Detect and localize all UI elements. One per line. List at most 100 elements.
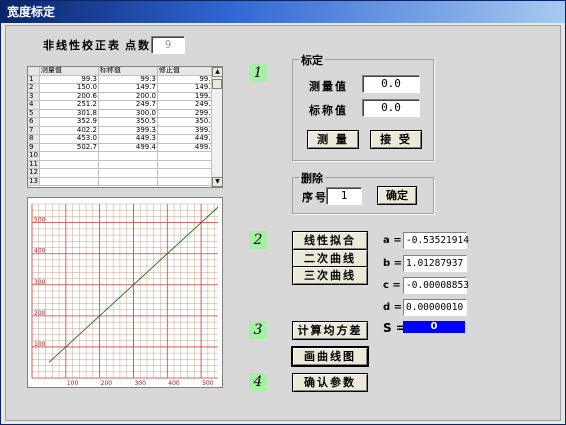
- coef-d-label: d =: [383, 302, 403, 313]
- index-field[interactable]: 1: [326, 187, 362, 205]
- y-tick-label: 500: [34, 217, 46, 224]
- table-cell[interactable]: [39, 151, 99, 161]
- table-row[interactable]: 2 150.0 149.7 149.7: [28, 84, 217, 93]
- table-cell[interactable]: 502.7: [39, 143, 99, 153]
- table-cell[interactable]: 149.7: [157, 84, 217, 93]
- table-row[interactable]: 5 301.8 300.0 299.9: [28, 109, 217, 119]
- table-cell[interactable]: 449.3: [98, 135, 158, 144]
- measured-field[interactable]: 0.0: [362, 75, 420, 93]
- delete-group-title: 删除: [299, 170, 325, 186]
- table-cell[interactable]: 453.0: [39, 135, 99, 144]
- table-scrollbar[interactable]: ▲ ▼: [211, 67, 222, 187]
- table-row[interactable]: 13: [28, 176, 217, 187]
- table-cell[interactable]: [39, 168, 99, 178]
- nominal-label: 标称值: [309, 104, 348, 117]
- table-cell[interactable]: 449.6: [157, 135, 217, 144]
- points-label: 点数: [125, 39, 151, 52]
- table-cell[interactable]: [98, 177, 158, 187]
- table-cell[interactable]: 149.7: [98, 84, 158, 93]
- row-number: 2: [28, 84, 40, 93]
- window-title: 宽度标定: [1, 1, 565, 23]
- scroll-thumb[interactable]: [212, 79, 222, 89]
- column-header-corrected: 修正值: [157, 67, 217, 76]
- scroll-up-icon[interactable]: ▲: [212, 67, 222, 77]
- table-cell[interactable]: 350.5: [98, 118, 158, 127]
- draw-curve-button[interactable]: 画曲线图: [292, 347, 368, 366]
- table-cell[interactable]: 352.9: [39, 118, 99, 127]
- x-tick-label: 200: [101, 380, 113, 387]
- table-cell[interactable]: [39, 177, 99, 187]
- coef-a-field[interactable]: -0.53521914: [403, 232, 469, 249]
- table-cell[interactable]: 350.4: [157, 118, 217, 127]
- table-row[interactable]: 9 502.7 499.4 499.3: [28, 143, 217, 153]
- row-number: 12: [28, 168, 40, 178]
- x-tick-label: 400: [168, 380, 180, 387]
- points-field[interactable]: 9: [151, 36, 185, 54]
- coef-b-field[interactable]: 1.01287937: [403, 255, 467, 272]
- row-number: 8: [28, 135, 40, 144]
- table-cell[interactable]: 499.3: [157, 143, 217, 153]
- table-row[interactable]: 10: [28, 151, 217, 161]
- coef-c-field[interactable]: -0.00008853: [403, 277, 469, 294]
- index-label: 序号: [302, 191, 328, 204]
- accept-button[interactable]: 接 受: [370, 130, 422, 149]
- y-tick-label: 100: [34, 341, 46, 348]
- window-edge: [561, 25, 565, 421]
- step-4-badge: 4: [249, 373, 267, 391]
- scroll-down-icon[interactable]: ▼: [212, 177, 222, 187]
- corner-header: [28, 67, 40, 76]
- table-row[interactable]: 12: [28, 168, 217, 178]
- coef-a-label: a =: [383, 235, 402, 246]
- curve-chart: 100 200 300 400 500 100 200 300 400 500: [27, 197, 223, 388]
- table-cell[interactable]: [157, 160, 217, 170]
- table-cell[interactable]: 249.7: [98, 101, 158, 110]
- table-row[interactable]: 7 402.2 399.3 399.2: [28, 126, 217, 136]
- table-cell[interactable]: 249.9: [157, 101, 217, 110]
- row-number: 13: [28, 176, 40, 187]
- linear-fit-button[interactable]: 线性拟合: [292, 231, 368, 250]
- x-tick-label: 300: [134, 380, 146, 387]
- measured-label: 测量值: [309, 80, 348, 93]
- correction-table[interactable]: 测量值 标称值 修正值 1 99.3 99.3 99.3 2 150.0 149.7 149.…: [27, 66, 223, 188]
- variance-field: 0: [403, 321, 465, 333]
- table-cell[interactable]: [98, 151, 158, 161]
- row-number: 4: [28, 101, 40, 110]
- coef-c-label: c =: [383, 280, 401, 291]
- table-row[interactable]: 1 99.3 99.3 99.3: [28, 75, 217, 85]
- delete-confirm-button[interactable]: 确定: [377, 186, 417, 205]
- measure-button[interactable]: 测 量: [307, 130, 359, 149]
- y-tick-label: 300: [34, 279, 46, 286]
- row-number: 6: [28, 118, 40, 127]
- column-header-nominal: 标称值: [98, 67, 158, 76]
- table-cell[interactable]: [98, 160, 158, 170]
- nominal-field[interactable]: 0.0: [362, 99, 420, 117]
- table-row[interactable]: 8 453.0 449.3 449.6: [28, 135, 217, 144]
- table-cell[interactable]: 251.2: [39, 101, 99, 110]
- table-cell[interactable]: [39, 160, 99, 170]
- calibrate-group-title: 标定: [299, 52, 325, 68]
- curve-plot: 100 200 300 400 500 100 200 300 400 500: [31, 203, 219, 387]
- table-cell[interactable]: [157, 168, 217, 178]
- table-row[interactable]: 11: [28, 160, 217, 170]
- table-cell[interactable]: [157, 151, 217, 161]
- y-tick-label: 200: [34, 310, 46, 317]
- coef-d-field[interactable]: 0.00000010: [403, 299, 467, 316]
- cubic-curve-button[interactable]: 三次曲线: [292, 266, 368, 285]
- variance-button[interactable]: 计算均方差: [292, 321, 368, 340]
- confirm-params-button[interactable]: 确认参数: [292, 373, 368, 392]
- table-cell[interactable]: 150.0: [39, 84, 99, 93]
- table-row[interactable]: 3 200.6 200.0 199.9: [28, 92, 217, 102]
- table-row[interactable]: 6 352.9 350.5 350.4: [28, 118, 217, 127]
- coef-b-label: b =: [383, 258, 403, 269]
- table-cell[interactable]: [98, 168, 158, 178]
- step-1-badge: 1: [249, 64, 267, 82]
- table-row[interactable]: 4 251.2 249.7 249.9: [28, 101, 217, 110]
- calibration-window: 宽度标定 非线性校正表 点数 9 测量值 标称值 修正值 1 99.3 99.3 99…: [0, 0, 566, 425]
- step-2-badge: 2: [249, 231, 267, 249]
- x-tick-label: 500: [202, 380, 214, 387]
- table-cell[interactable]: [157, 177, 217, 187]
- table-cell[interactable]: 499.4: [98, 143, 158, 153]
- y-tick-label: 400: [34, 248, 46, 255]
- table-title: 非线性校正表: [43, 39, 121, 52]
- step-3-badge: 3: [249, 321, 267, 339]
